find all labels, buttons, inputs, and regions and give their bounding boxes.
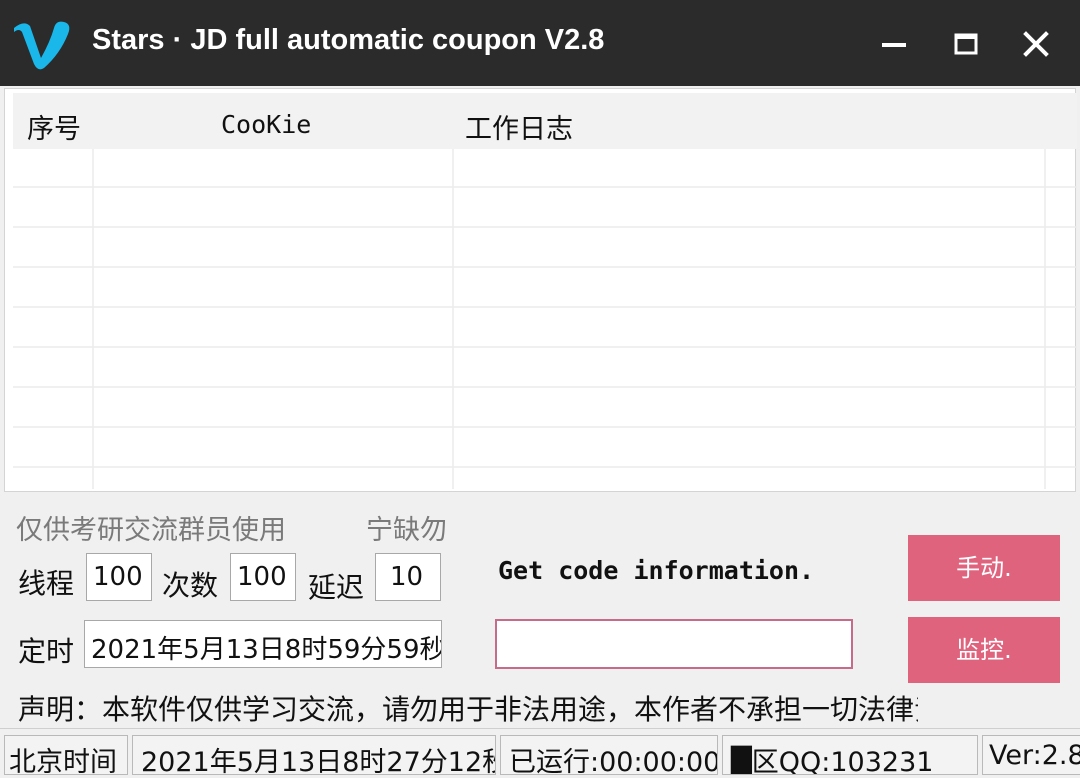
- status-uptime: 已运行:00:00:00: [500, 735, 718, 775]
- group-notice-partial: 宁缺勿: [366, 515, 447, 546]
- column-header-index[interactable]: 序号: [27, 107, 81, 146]
- app-window: Stars · JD full automatic coupon V2.8 序号…: [0, 0, 1080, 778]
- status-version: Ver:2.8: [982, 735, 1080, 775]
- code-info-text: Get code information.: [498, 556, 815, 585]
- status-beijing-time-label: 北京时间: [4, 735, 128, 775]
- status-datetime: 2021年5月13日8时27分12秒: [132, 735, 496, 775]
- maximize-icon[interactable]: [946, 24, 986, 64]
- count-label: 次数: [162, 569, 219, 602]
- list-grid: [13, 149, 1077, 489]
- close-icon[interactable]: [1016, 24, 1056, 64]
- threads-label: 线程: [18, 567, 75, 600]
- minimize-icon[interactable]: [874, 24, 914, 64]
- column-header-log[interactable]: 工作日志: [465, 107, 573, 146]
- count-input[interactable]: 100: [230, 553, 296, 601]
- timer-label: 定时: [18, 635, 75, 668]
- delay-input[interactable]: 10: [375, 553, 441, 601]
- disclaimer-text: 声明：本软件仅供学习交流，请勿用于非法用途，本作者不承担一切法律责任: [18, 693, 918, 726]
- status-contact: █区QQ:103231: [722, 735, 978, 775]
- column-header-cookie[interactable]: CooKie: [221, 110, 311, 139]
- monitor-button[interactable]: 监控.: [908, 617, 1060, 683]
- timer-input[interactable]: 2021年5月13日8时59分59秒: [84, 620, 442, 668]
- account-list[interactable]: 序号 CooKie 工作日志: [4, 88, 1077, 492]
- window-title: Stars · JD full automatic coupon V2.8: [92, 24, 605, 56]
- code-input[interactable]: [495, 619, 853, 669]
- delay-label: 延迟: [308, 571, 365, 604]
- list-header: 序号 CooKie 工作日志: [13, 93, 1077, 149]
- title-bar[interactable]: Stars · JD full automatic coupon V2.8: [0, 0, 1080, 86]
- manual-button[interactable]: 手动.: [908, 535, 1060, 601]
- vimeo-logo-icon: [14, 21, 70, 70]
- group-notice: 仅供考研交流群员使用: [16, 515, 286, 546]
- status-bar: 北京时间 2021年5月13日8时27分12秒 已运行:00:00:00 █区Q…: [0, 728, 1080, 778]
- threads-input[interactable]: 100: [86, 553, 152, 601]
